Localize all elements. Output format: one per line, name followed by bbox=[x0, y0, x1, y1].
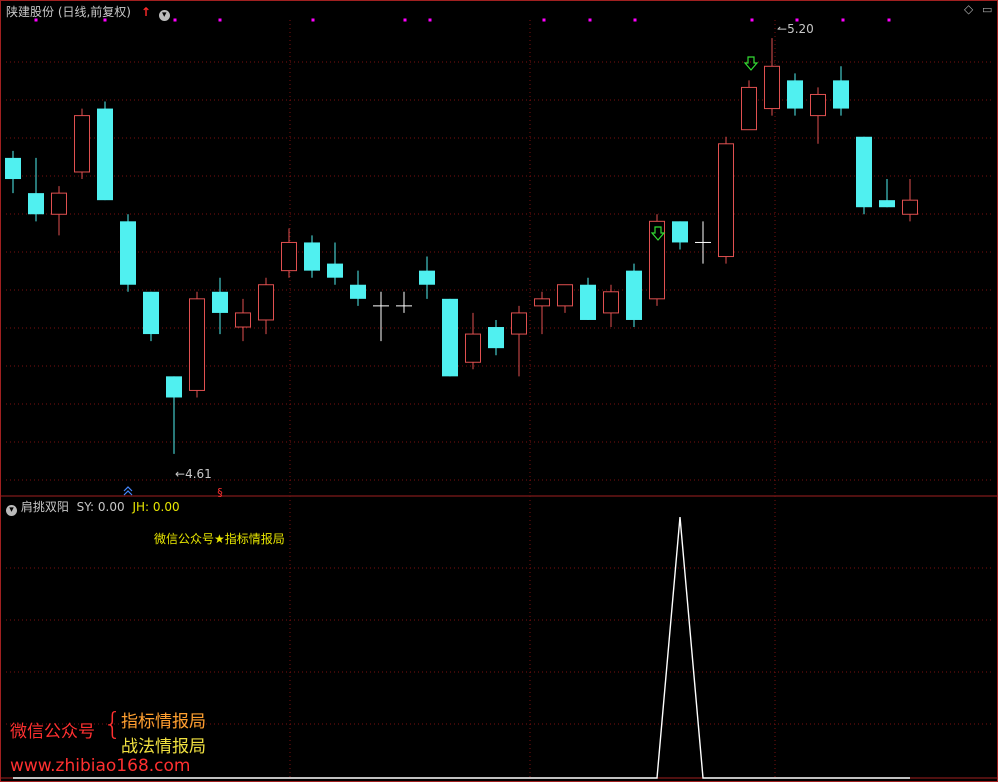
high-price-value: 5.20 bbox=[787, 22, 814, 36]
candle-body bbox=[258, 284, 274, 321]
candlestick-series bbox=[5, 38, 918, 454]
candle-body bbox=[120, 221, 136, 285]
candle-body bbox=[442, 298, 458, 377]
candle-body bbox=[764, 65, 780, 110]
candle-body bbox=[304, 242, 320, 271]
magenta-dot bbox=[887, 18, 891, 22]
candle-body bbox=[212, 291, 228, 313]
sy-label: SY: bbox=[76, 500, 95, 514]
candle-body bbox=[189, 298, 205, 391]
menu-icon[interactable]: ▭ bbox=[982, 3, 992, 16]
jh-label: JH: bbox=[132, 500, 150, 514]
candle-body bbox=[350, 284, 366, 299]
magenta-dot bbox=[633, 18, 637, 22]
double-up-arrow-icon bbox=[123, 486, 133, 496]
candle-body bbox=[51, 192, 67, 215]
low-price-value: 4.61 bbox=[185, 467, 212, 481]
signal-s-icon: § bbox=[217, 486, 223, 499]
diamond-icon[interactable]: ◇ bbox=[964, 2, 973, 16]
high-price-label: ↼5.20 bbox=[777, 22, 814, 36]
stock-title: 陕建股份 (日线,前复权) bbox=[6, 5, 131, 19]
promo-line1: 指标情报局 bbox=[121, 712, 206, 732]
candle-body bbox=[97, 108, 113, 201]
candle-body bbox=[5, 157, 21, 180]
magenta-dot bbox=[750, 18, 754, 22]
candle-body bbox=[74, 115, 90, 173]
magenta-dot bbox=[542, 18, 546, 22]
indicator-name: 肩挑双阳 bbox=[20, 500, 69, 514]
candle-body bbox=[419, 270, 435, 285]
up-arrow-icon[interactable]: ↑ bbox=[141, 5, 151, 19]
candle-body bbox=[557, 284, 573, 307]
candle-body bbox=[488, 327, 504, 349]
sy-value: 0.00 bbox=[97, 500, 125, 514]
chevron-down-icon[interactable]: ▾ bbox=[158, 10, 170, 21]
candle-body bbox=[534, 298, 550, 307]
candle-body bbox=[603, 291, 619, 314]
promo-url[interactable]: www.zhibiao168.com bbox=[10, 756, 190, 776]
candle-body bbox=[856, 136, 872, 208]
promo-brace: { bbox=[103, 707, 123, 742]
chart-grid bbox=[0, 0, 998, 782]
candle-body bbox=[902, 199, 918, 215]
magenta-dot bbox=[428, 18, 432, 22]
jh-value: 0.00 bbox=[152, 500, 180, 514]
magenta-dot bbox=[403, 18, 407, 22]
indicator-header: ▾ 肩挑双阳 SY: 0.00 JH: 0.00 bbox=[6, 498, 180, 516]
promo-wechat-label: 微信公众号 bbox=[10, 722, 95, 742]
down-arrow-icon bbox=[743, 56, 759, 71]
candle-body bbox=[718, 143, 734, 258]
candle-body bbox=[281, 241, 297, 272]
candle-body bbox=[143, 291, 159, 335]
candle-body bbox=[810, 93, 826, 117]
magenta-dot bbox=[173, 18, 177, 22]
candle-body bbox=[235, 312, 251, 328]
candle-body bbox=[327, 263, 343, 278]
candle-body bbox=[465, 333, 481, 363]
candle-body bbox=[672, 221, 688, 243]
candle-body bbox=[787, 80, 803, 109]
chart-title: 陕建股份 (日线,前复权) ↑ ▾ bbox=[6, 3, 170, 21]
candle-body bbox=[879, 200, 895, 208]
candle-body bbox=[28, 193, 44, 215]
candle-body bbox=[511, 312, 527, 335]
candle-body bbox=[833, 80, 849, 109]
chart-frame bbox=[0, 0, 998, 782]
candle-body bbox=[741, 86, 757, 131]
chart-markers: § bbox=[34, 18, 891, 499]
promo-line2: 战法情报局 bbox=[121, 737, 206, 757]
magenta-dot bbox=[588, 18, 592, 22]
chevron-down-icon[interactable]: ▾ bbox=[6, 505, 17, 516]
candle-body bbox=[580, 284, 596, 320]
kline-chart[interactable]: § bbox=[0, 0, 998, 782]
low-price-label: ←4.61 bbox=[175, 467, 212, 481]
indicator-watermark: 微信公众号★指标情报局 bbox=[154, 532, 285, 546]
magenta-dot bbox=[218, 18, 222, 22]
magenta-dot bbox=[841, 18, 845, 22]
candle-body bbox=[626, 270, 642, 320]
candle-body bbox=[166, 376, 182, 398]
magenta-dot bbox=[311, 18, 315, 22]
